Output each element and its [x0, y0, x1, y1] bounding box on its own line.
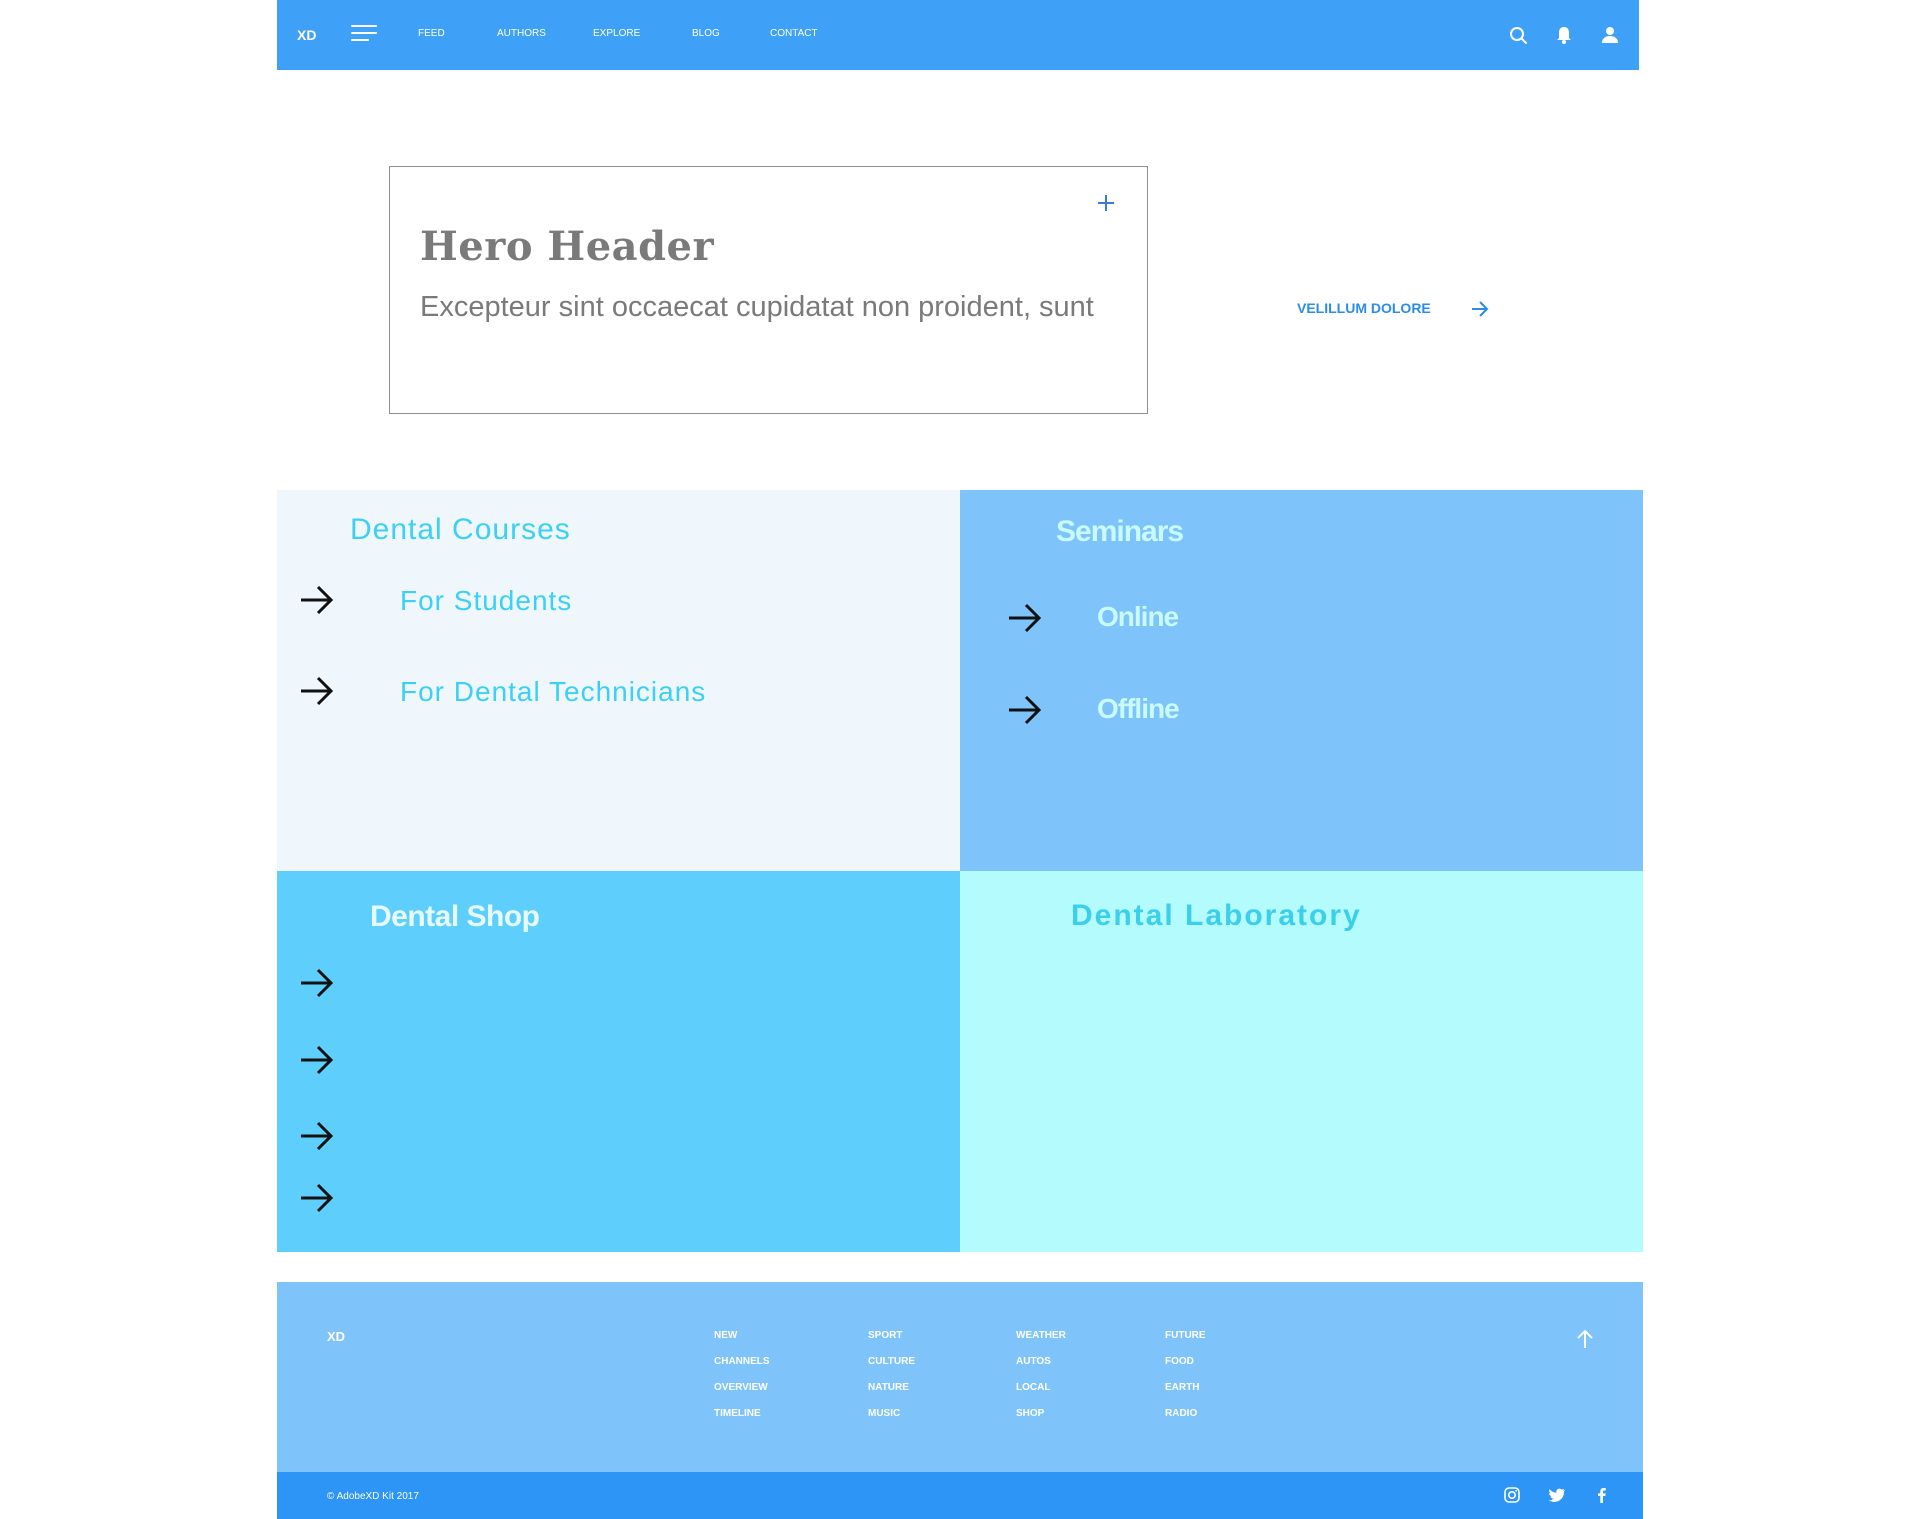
section-title: Seminars	[1056, 515, 1184, 548]
logo[interactable]: XD	[297, 27, 316, 43]
footer-column: FUTURE FOOD EARTH RADIO	[1165, 1330, 1206, 1434]
section-dental-courses: Dental Courses For Students For Dental T…	[277, 490, 960, 871]
arrow-right-icon[interactable]	[1469, 298, 1491, 320]
hero-card: Hero Header Excepteur sint occaecat cupi…	[389, 166, 1148, 414]
footer-link[interactable]: AUTOS	[1016, 1356, 1066, 1382]
footer-link[interactable]: CHANNELS	[714, 1356, 770, 1382]
footer-link[interactable]: SPORT	[868, 1330, 915, 1356]
footer-logo[interactable]: XD	[327, 1329, 345, 1344]
footer-column: NEW CHANNELS OVERVIEW TIMELINE	[714, 1330, 770, 1434]
footer-link[interactable]: NEW	[714, 1330, 770, 1356]
footer-bottom-bar: © AdobeXD Kit 2017	[277, 1472, 1643, 1519]
instagram-icon[interactable]	[1502, 1485, 1522, 1505]
search-icon[interactable]	[1507, 24, 1529, 46]
footer-link[interactable]: TIMELINE	[714, 1408, 770, 1434]
list-item-for-dental-technicians[interactable]: For Dental Technicians	[400, 676, 706, 708]
arrow-up-icon[interactable]	[1575, 1328, 1595, 1350]
nav-link-authors[interactable]: AUTHORS	[497, 28, 546, 39]
hero-title: Hero Header	[420, 223, 715, 270]
section-dental-shop: Dental Shop	[277, 871, 960, 1252]
arrow-right-icon[interactable]	[297, 671, 337, 711]
arrow-right-icon[interactable]	[297, 1178, 337, 1218]
footer-link[interactable]: EARTH	[1165, 1382, 1206, 1408]
arrow-right-icon[interactable]	[1005, 690, 1045, 730]
footer-link[interactable]: CULTURE	[868, 1356, 915, 1382]
copyright-text: © AdobeXD Kit 2017	[327, 1491, 419, 1502]
footer-link[interactable]: FOOD	[1165, 1356, 1206, 1382]
footer-link[interactable]: OVERVIEW	[714, 1382, 770, 1408]
footer-link[interactable]: LOCAL	[1016, 1382, 1066, 1408]
user-icon[interactable]	[1599, 24, 1621, 46]
plus-icon[interactable]	[1096, 193, 1116, 213]
hero-cta-link[interactable]: VELILLUM DOLORE	[1297, 300, 1431, 316]
arrow-right-icon[interactable]	[297, 1040, 337, 1080]
footer-link[interactable]: WEATHER	[1016, 1330, 1066, 1356]
nav-link-blog[interactable]: BLOG	[692, 28, 720, 39]
footer-link[interactable]: NATURE	[868, 1382, 915, 1408]
top-navigation-bar: XD FEED AUTHORS EXPLORE BLOG CONTACT	[277, 0, 1639, 70]
list-item-online[interactable]: Online	[1097, 601, 1179, 633]
section-title: Dental Courses	[350, 513, 571, 546]
footer-link[interactable]: RADIO	[1165, 1408, 1206, 1434]
arrow-right-icon[interactable]	[297, 963, 337, 1003]
facebook-icon[interactable]	[1592, 1485, 1612, 1505]
section-title: Dental Laboratory	[1071, 899, 1362, 932]
section-seminars: Seminars Online Offline	[960, 490, 1643, 871]
footer-link[interactable]: MUSIC	[868, 1408, 915, 1434]
list-item-for-students[interactable]: For Students	[400, 585, 572, 617]
footer-column: WEATHER AUTOS LOCAL SHOP	[1016, 1330, 1066, 1434]
section-dental-laboratory: Dental Laboratory	[960, 871, 1643, 1252]
list-item-offline[interactable]: Offline	[1097, 693, 1180, 725]
twitter-icon[interactable]	[1547, 1485, 1567, 1505]
footer-link[interactable]: SHOP	[1016, 1408, 1066, 1434]
footer-link[interactable]: FUTURE	[1165, 1330, 1206, 1356]
section-title: Dental Shop	[370, 900, 540, 933]
nav-link-contact[interactable]: CONTACT	[770, 28, 818, 39]
arrow-right-icon[interactable]	[297, 1116, 337, 1156]
hamburger-menu-icon[interactable]	[351, 25, 377, 45]
nav-link-explore[interactable]: EXPLORE	[593, 28, 640, 39]
footer-column: SPORT CULTURE NATURE MUSIC	[868, 1330, 915, 1434]
arrow-right-icon[interactable]	[1005, 598, 1045, 638]
hero-subtitle: Excepteur sint occaecat cupidatat non pr…	[420, 291, 1094, 323]
bell-icon[interactable]	[1553, 24, 1575, 46]
arrow-right-icon[interactable]	[297, 580, 337, 620]
footer: XD NEW CHANNELS OVERVIEW TIMELINE SPORT …	[277, 1282, 1643, 1472]
nav-link-feed[interactable]: FEED	[418, 28, 445, 39]
